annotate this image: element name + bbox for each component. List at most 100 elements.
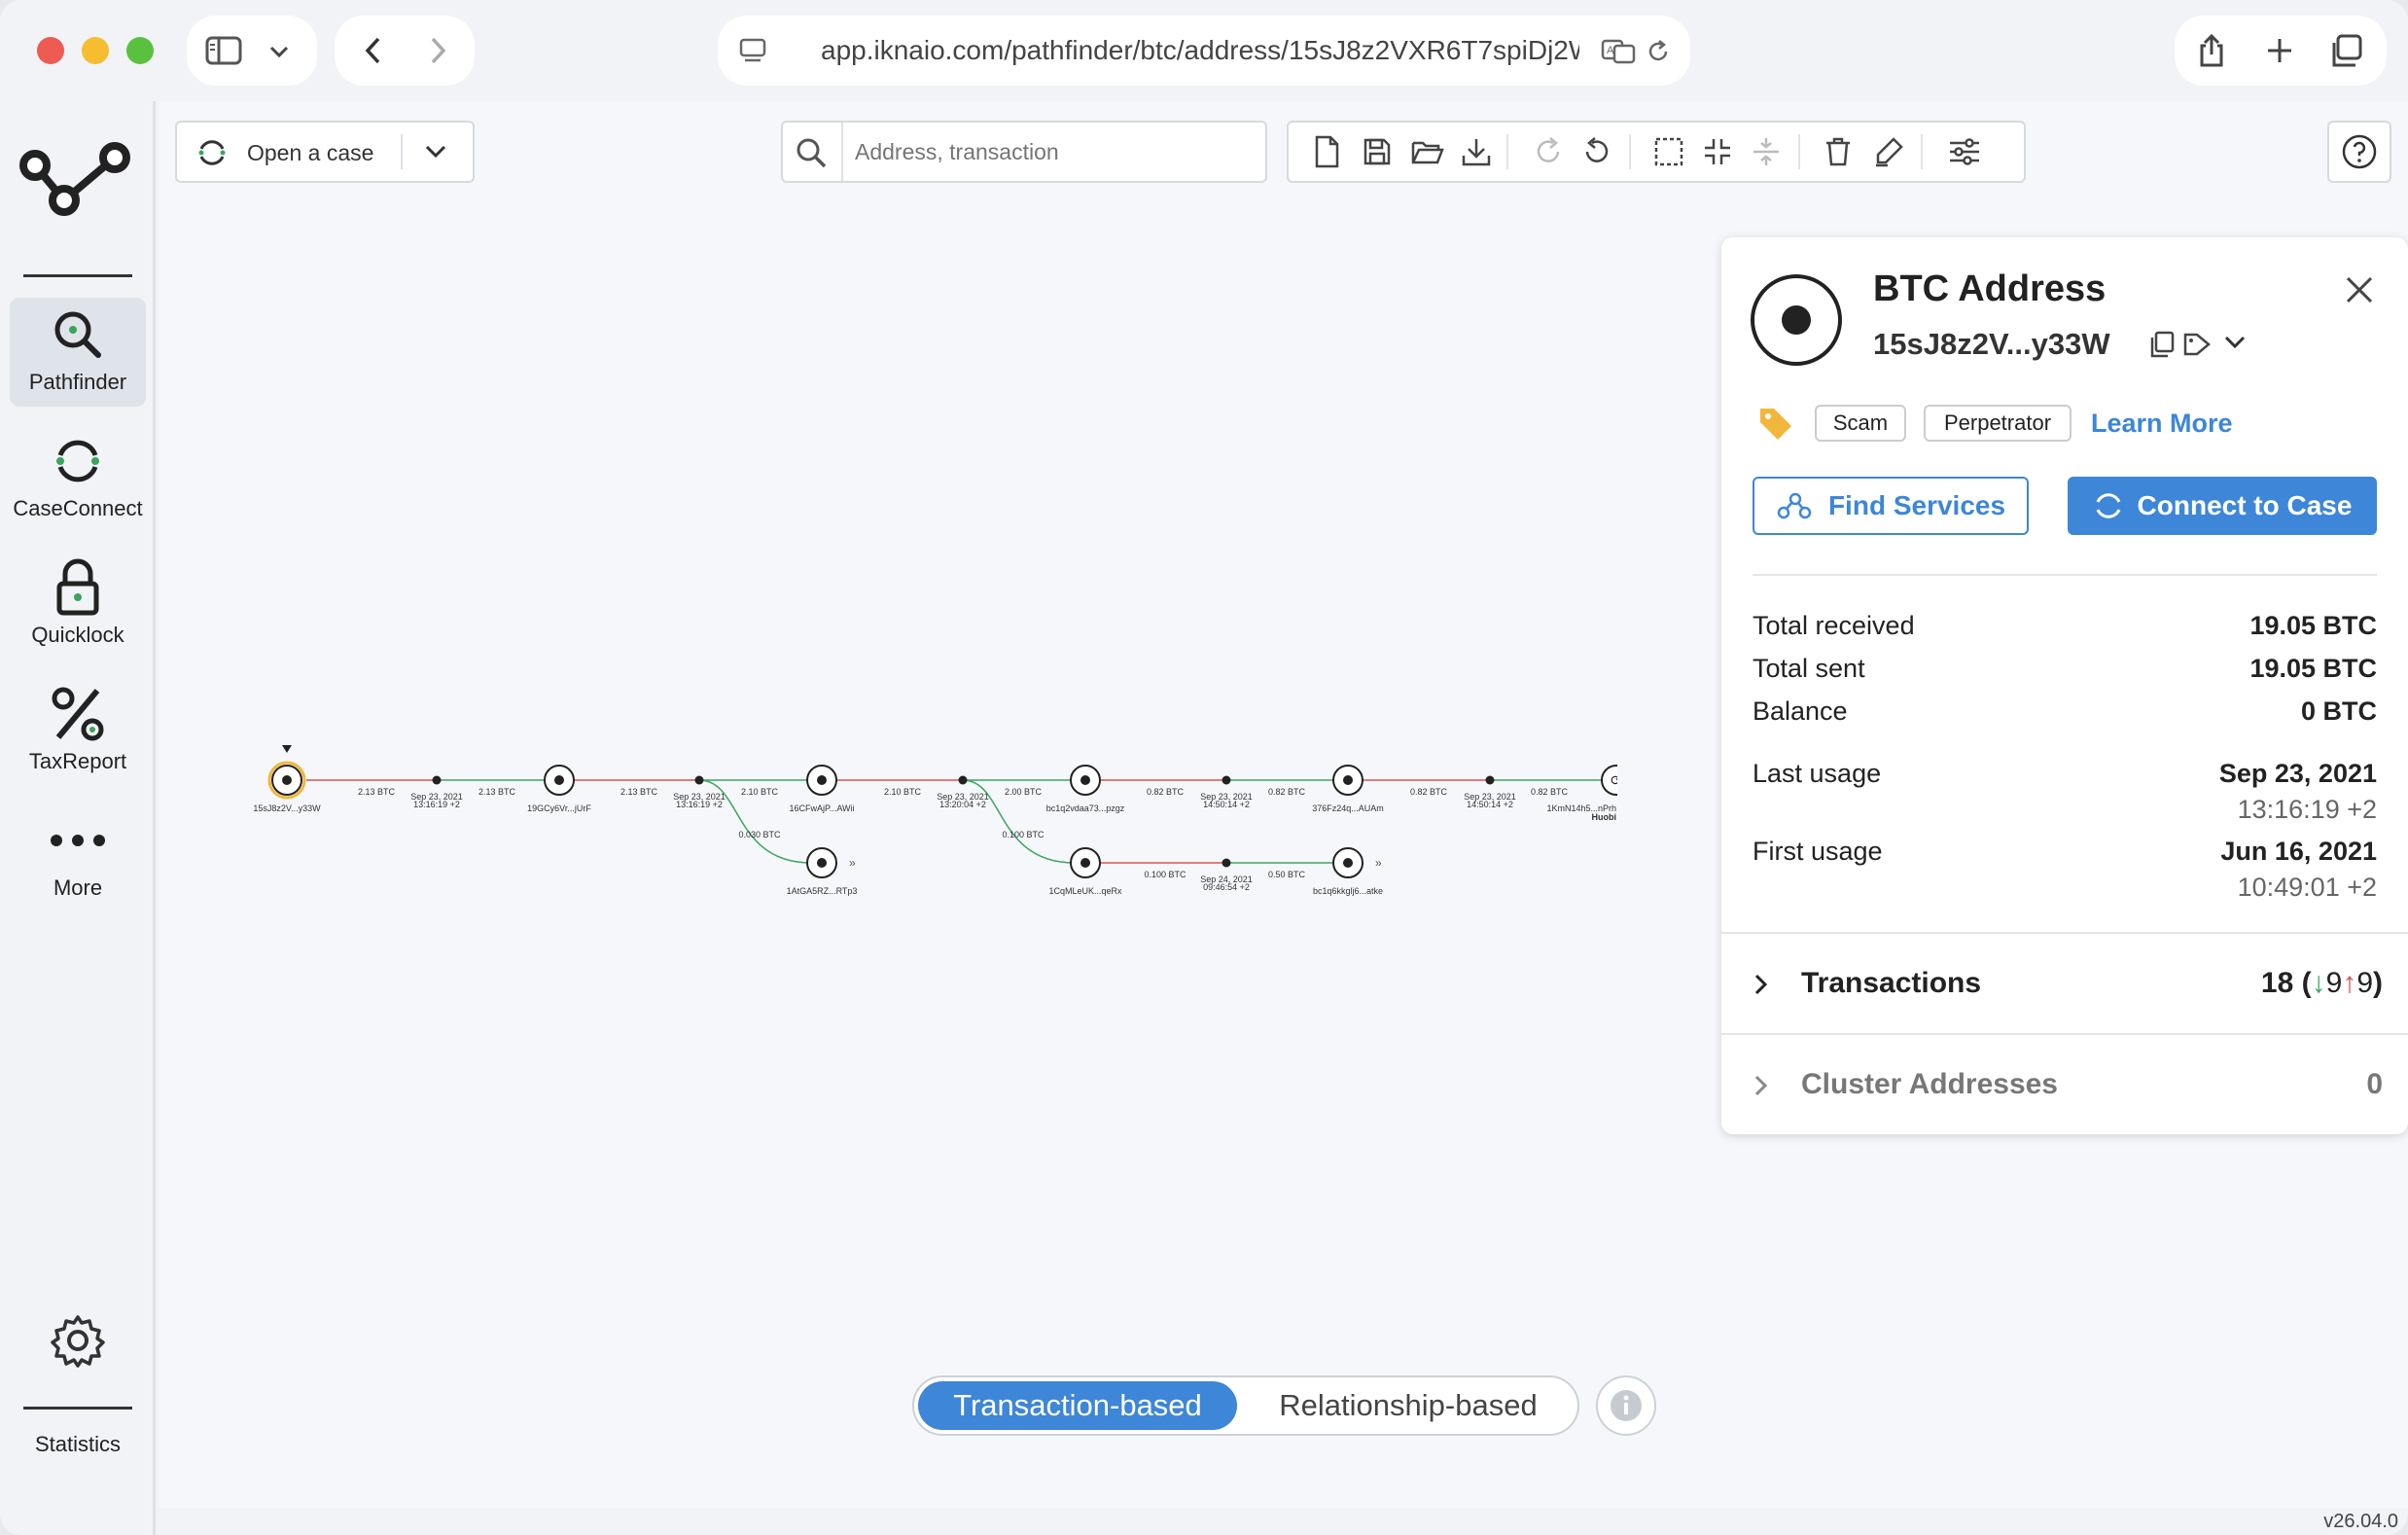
collapse-icon[interactable] bbox=[1693, 123, 1742, 181]
sidebar-divider bbox=[23, 1407, 132, 1410]
share-icon[interactable] bbox=[2192, 31, 2231, 70]
transactions-section[interactable]: Transactions 18 (↓9↑9) bbox=[1721, 934, 2408, 1031]
address-label: 19GCy6Vr...jUrF bbox=[527, 803, 591, 813]
search-icon bbox=[52, 305, 104, 364]
cluster-addresses-count: 0 bbox=[2366, 1068, 2383, 1100]
tx-dot[interactable] bbox=[432, 775, 442, 785]
app-logo[interactable] bbox=[19, 136, 136, 224]
transaction-based-tab[interactable]: Transaction-based bbox=[918, 1381, 1237, 1430]
tx-time: 13:20:04 +2 bbox=[939, 800, 986, 809]
highlight-icon[interactable] bbox=[1864, 123, 1913, 181]
sidebar-item-quicklock[interactable]: Quicklock bbox=[10, 551, 146, 660]
graph-toolbar bbox=[1287, 121, 2026, 183]
chevron-down-icon[interactable] bbox=[424, 144, 449, 161]
tx-time: 13:16:19 +2 bbox=[676, 800, 723, 809]
forward-icon[interactable] bbox=[418, 31, 457, 70]
reload-icon[interactable] bbox=[1644, 37, 1673, 66]
first-usage-time: 10:49:01 +2 bbox=[2237, 873, 2377, 902]
tab-overview-icon[interactable] bbox=[2326, 31, 2365, 70]
settings-gear-icon[interactable] bbox=[51, 1313, 105, 1368]
address-label: bc1q2vdaa73...pzgz bbox=[1046, 803, 1125, 813]
expand-right-icon[interactable]: » bbox=[849, 856, 856, 870]
address-label: 1AtGA5RZ...RTp3 bbox=[787, 886, 858, 896]
address-label: 1CqMLeUK...qeRx bbox=[1048, 886, 1122, 896]
undo-icon[interactable] bbox=[1573, 123, 1621, 181]
stat-label: Balance bbox=[1753, 696, 1848, 726]
translate-icon[interactable]: A bbox=[1601, 35, 1636, 66]
find-services-button[interactable]: Find Services bbox=[1753, 477, 2029, 535]
search-input[interactable] bbox=[855, 134, 1244, 169]
chevron-right-icon bbox=[1754, 1075, 1768, 1096]
find-services-label: Find Services bbox=[1827, 490, 2006, 520]
open-folder-icon[interactable] bbox=[1403, 123, 1452, 181]
address-short: 15sJ8z2V...y33W bbox=[1873, 327, 2110, 361]
expand-right-icon[interactable]: » bbox=[1375, 856, 1382, 870]
edge-amount: 0.100 BTC bbox=[1144, 870, 1186, 879]
tag-icon[interactable] bbox=[2182, 331, 2213, 358]
tx-dot[interactable] bbox=[1222, 858, 1231, 868]
tx-dot[interactable] bbox=[1222, 775, 1231, 785]
align-icon[interactable] bbox=[1742, 123, 1790, 181]
case-connect-icon bbox=[2096, 493, 2120, 518]
new-tab-icon[interactable] bbox=[2260, 31, 2299, 70]
download-icon[interactable] bbox=[1452, 123, 1501, 181]
tag-perpetrator[interactable]: Perpetrator bbox=[1924, 405, 2072, 442]
open-case-dropdown[interactable]: Open a case bbox=[175, 121, 475, 183]
panel-divider bbox=[1753, 574, 2377, 576]
chevron-down-icon[interactable] bbox=[265, 37, 294, 66]
address-node-dot bbox=[1343, 775, 1353, 785]
back-icon[interactable] bbox=[354, 31, 393, 70]
sidebar-item-pathfinder[interactable]: Pathfinder bbox=[10, 298, 146, 407]
search-divider bbox=[841, 123, 843, 181]
sidebar-item-caseconnect[interactable]: CaseConnect bbox=[10, 424, 146, 533]
maximize-window-button[interactable] bbox=[126, 37, 154, 64]
page-icon bbox=[737, 35, 768, 66]
exchange-icon: ⟳ bbox=[1611, 773, 1617, 789]
sidebar-toggle-icon[interactable] bbox=[204, 31, 243, 70]
app-sidebar: Pathfinder CaseConnect Quicklock TaxRepo… bbox=[0, 101, 156, 1535]
statistics-link[interactable]: Statistics bbox=[0, 1432, 156, 1457]
sidebar-item-taxreport[interactable]: TaxReport bbox=[10, 677, 146, 786]
relationship-based-tab[interactable]: Relationship-based bbox=[1243, 1381, 1574, 1430]
address-detail-panel: BTC Address 15sJ8z2V...y33W Scam Perpetr… bbox=[1721, 237, 2408, 1134]
close-icon[interactable] bbox=[2344, 274, 2379, 309]
chevron-down-icon[interactable] bbox=[2223, 335, 2247, 356]
tx-time: 14:50:14 +2 bbox=[1203, 800, 1250, 809]
tx-dot[interactable] bbox=[694, 775, 704, 785]
sidebar-item-more[interactable]: More bbox=[10, 803, 146, 912]
select-area-icon[interactable] bbox=[1645, 123, 1693, 181]
panel-title: BTC Address bbox=[1873, 268, 2107, 309]
save-icon[interactable] bbox=[1353, 123, 1401, 181]
transactions-total: 18 bbox=[2260, 967, 2294, 999]
info-icon bbox=[1611, 1390, 1642, 1421]
edge-amount: 0.82 BTC bbox=[1531, 787, 1569, 797]
toolbar-separator bbox=[1629, 134, 1631, 169]
tx-dot[interactable] bbox=[1485, 775, 1495, 785]
stat-balance: Balance 0 BTC bbox=[1753, 696, 2377, 727]
view-mode-toggle: Transaction-based Relationship-based bbox=[912, 1375, 1579, 1436]
learn-more-link[interactable]: Learn More bbox=[2091, 409, 2233, 439]
tx-time: 09:46:54 +2 bbox=[1203, 882, 1250, 892]
new-file-icon[interactable] bbox=[1302, 123, 1351, 181]
settings-sliders-icon[interactable] bbox=[1940, 123, 1989, 181]
minimize-window-button[interactable] bbox=[82, 37, 109, 64]
connect-to-case-label: Connect to Case bbox=[2137, 490, 2353, 520]
sidebar-item-label: More bbox=[53, 875, 103, 900]
tx-dot[interactable] bbox=[958, 775, 968, 785]
redo-icon[interactable] bbox=[1524, 123, 1573, 181]
address-bar[interactable]: app.iknaio.com/pathfinder/btc/address/15… bbox=[718, 16, 1690, 86]
cluster-addresses-section[interactable]: Cluster Addresses 0 bbox=[1721, 1035, 2408, 1132]
tag-scam[interactable]: Scam bbox=[1815, 405, 1906, 442]
search-icon bbox=[795, 136, 828, 169]
paren-close: ) bbox=[2373, 967, 2383, 999]
transaction-graph[interactable]: 2.13 BTC 2.13 BTC 2.13 BTC 2.10 BTC 0.03… bbox=[159, 607, 1617, 899]
connect-to-case-button[interactable]: Connect to Case bbox=[2068, 477, 2377, 535]
delete-icon[interactable] bbox=[1814, 123, 1862, 181]
address-label: bc1q6kkglj6...atke bbox=[1313, 886, 1383, 896]
help-button[interactable] bbox=[2327, 121, 2391, 183]
address-label: 376Fz24q...AUAm bbox=[1312, 803, 1384, 813]
close-window-button[interactable] bbox=[37, 37, 64, 64]
cluster-addresses-label: Cluster Addresses bbox=[1801, 1068, 2058, 1100]
view-info-button[interactable] bbox=[1596, 1375, 1656, 1436]
copy-icon[interactable] bbox=[2149, 331, 2177, 358]
